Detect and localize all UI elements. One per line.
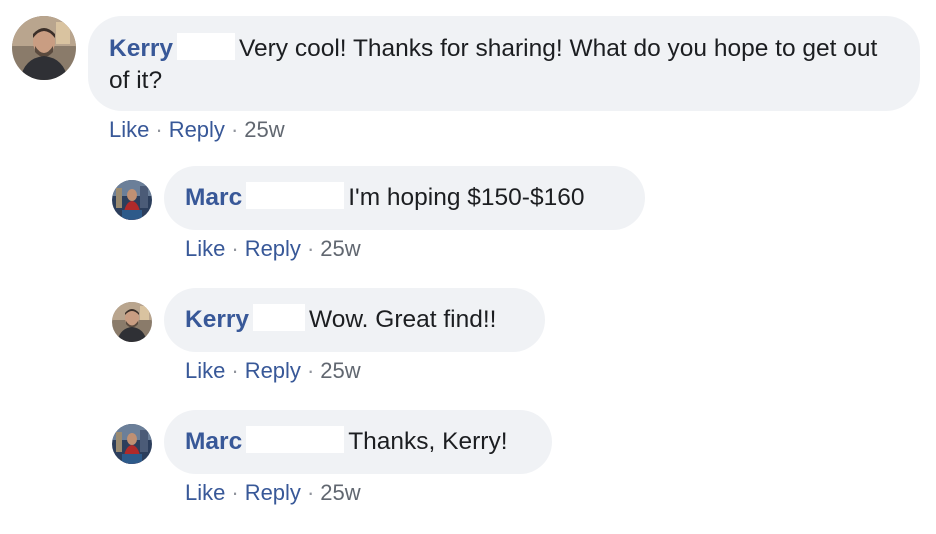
redacted-surname <box>246 426 345 453</box>
reply-link[interactable]: Reply <box>245 358 301 383</box>
avatar-marc-icon[interactable] <box>112 424 152 464</box>
comment-actions: Like · Reply · 25w <box>185 236 361 262</box>
like-link[interactable]: Like <box>185 480 225 505</box>
redacted-surname <box>246 182 345 209</box>
avatar-kerry-icon[interactable] <box>12 16 76 80</box>
timestamp[interactable]: 25w <box>320 480 360 505</box>
author-name[interactable]: Kerry <box>109 35 173 62</box>
separator: · <box>231 358 239 383</box>
like-link[interactable]: Like <box>185 236 225 261</box>
timestamp[interactable]: 25w <box>244 117 284 142</box>
comment-bubble: Kerry Very cool! Thanks for sharing! What… <box>88 16 920 111</box>
comment-actions: Like · Reply · 25w <box>185 480 361 506</box>
comment-kerry-2: Kerry Wow. Great find!! Like · Reply · 25w <box>0 288 936 388</box>
like-link[interactable]: Like <box>185 358 225 383</box>
reply-link[interactable]: Reply <box>245 480 301 505</box>
author-name[interactable]: Marc <box>185 184 242 211</box>
comment-text: I'm hoping $150-$160 <box>348 184 585 211</box>
avatar-kerry-icon[interactable] <box>112 302 152 342</box>
comment-text: Wow. Great find!! <box>309 306 497 333</box>
comment-text: Thanks, Kerry! <box>348 428 508 455</box>
like-link[interactable]: Like <box>109 117 149 142</box>
redacted-surname <box>253 304 306 331</box>
separator: · <box>306 358 315 383</box>
timestamp[interactable]: 25w <box>320 358 360 383</box>
separator: · <box>230 117 239 142</box>
comment-bubble: Marc I'm hoping $150-$160 <box>164 166 645 230</box>
author-name[interactable]: Marc <box>185 428 242 455</box>
comment-actions: Like · Reply · 25w <box>109 117 285 143</box>
separator: · <box>306 480 315 505</box>
reply-link[interactable]: Reply <box>169 117 225 142</box>
comment-kerry-1: Kerry Very cool! Thanks for sharing! What… <box>0 0 936 150</box>
timestamp[interactable]: 25w <box>320 236 360 261</box>
separator: · <box>155 117 163 142</box>
comment-bubble: Marc Thanks, Kerry! <box>164 410 552 474</box>
separator: · <box>306 236 315 261</box>
comment-thread: Kerry Very cool! Thanks for sharing! What… <box>0 0 936 534</box>
separator: · <box>231 236 239 261</box>
separator: · <box>231 480 239 505</box>
redacted-surname <box>177 33 236 60</box>
avatar-marc-icon[interactable] <box>112 180 152 220</box>
author-name[interactable]: Kerry <box>185 306 249 333</box>
comment-marc-2: Marc Thanks, Kerry! Like · Reply · 25w <box>0 410 936 520</box>
comment-marc-1: Marc I'm hoping $150-$160 Like · Reply · 25w <box>0 166 936 266</box>
comment-actions: Like · Reply · 25w <box>185 358 361 384</box>
comment-bubble: Kerry Wow. Great find!! <box>164 288 545 352</box>
reply-link[interactable]: Reply <box>245 236 301 261</box>
